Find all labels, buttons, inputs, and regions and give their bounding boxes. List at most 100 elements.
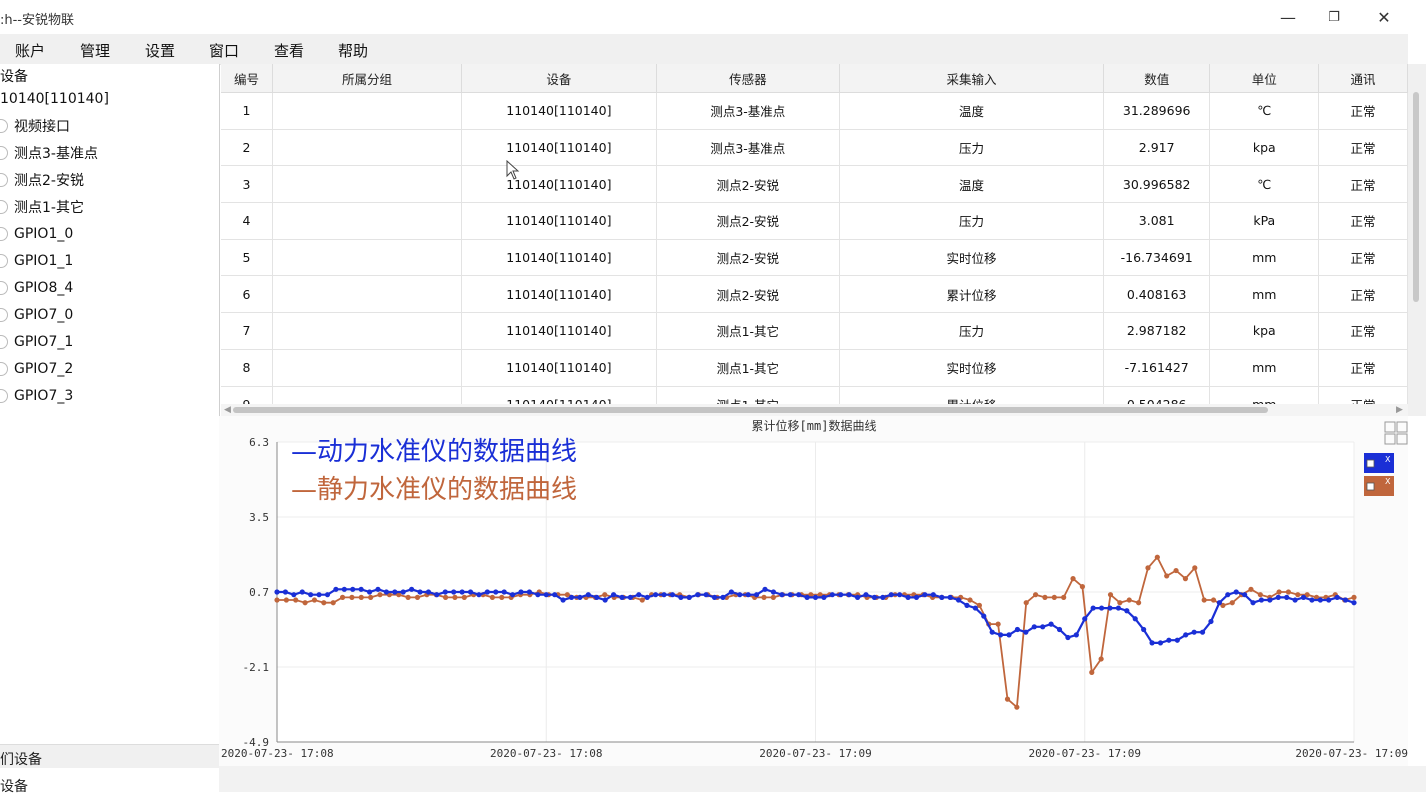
table-cell: 3.081	[1103, 202, 1211, 240]
column-header[interactable]: 设备	[461, 64, 657, 93]
data-point	[1173, 567, 1179, 574]
menu-help[interactable]: 帮助	[338, 40, 368, 61]
data-point	[1056, 626, 1063, 633]
data-point	[1191, 629, 1197, 635]
data-point	[1201, 597, 1207, 603]
table-row[interactable]: 2 110140[110140] 测点3-基准点 压力 2.917 kpa 正常	[221, 129, 1408, 167]
legend-mark: X	[1385, 477, 1391, 486]
data-point	[417, 589, 423, 595]
data-point	[1192, 565, 1198, 571]
data-point	[1040, 624, 1046, 630]
layout-grid-icon[interactable]	[1396, 433, 1408, 445]
table-vertical-scrollbar[interactable]	[1408, 64, 1426, 416]
tree-item[interactable]: 视频接口	[0, 116, 70, 136]
table-cell: 110140[110140]	[461, 165, 657, 204]
scroll-thumb[interactable]	[233, 407, 1268, 413]
data-point	[653, 592, 659, 598]
data-point	[405, 594, 411, 600]
table-horizontal-scrollbar[interactable]: ◀ ▶	[221, 404, 1408, 416]
tree-item[interactable]: GPIO7_1	[0, 332, 73, 352]
tree-item[interactable]: 测点1-其它	[0, 197, 84, 217]
data-point	[1182, 576, 1189, 582]
data-point	[302, 600, 308, 606]
table-row[interactable]: 5 110140[110140] 测点2-安锐 实时位移 -16.734691 mm 正常	[221, 239, 1408, 277]
tree-item[interactable]: 测点2-安锐	[0, 170, 84, 190]
data-point	[585, 592, 591, 598]
sidebar-tab-device[interactable]: 设备	[0, 768, 219, 795]
data-point	[560, 597, 566, 603]
close-button[interactable]: ✕	[1364, 4, 1404, 30]
data-point	[761, 594, 767, 600]
column-header[interactable]: 数值	[1103, 64, 1211, 93]
table-cell: 110140[110140]	[461, 239, 657, 277]
data-point	[812, 594, 819, 600]
column-header[interactable]: 所属分组	[272, 64, 463, 93]
mouse-cursor-icon	[506, 160, 520, 180]
tree-item[interactable]: GPIO7_2	[0, 359, 73, 379]
tree-item[interactable]: GPIO7_0	[0, 305, 73, 325]
tree-item[interactable]: GPIO1_0	[0, 224, 73, 244]
data-point	[1300, 594, 1307, 600]
restore-button[interactable]: ❐	[1314, 4, 1354, 30]
sensor-data-table: 编号 所属分组 设备 传感器 采集输入 数值 单位 通讯 1 110140[110140] 测点3…	[221, 64, 1408, 404]
column-header[interactable]: 编号	[221, 64, 273, 93]
data-point	[442, 589, 448, 595]
data-point	[770, 589, 777, 595]
legend-checkbox-icon	[1366, 459, 1375, 468]
table-row[interactable]: 8 110140[110140] 测点1-其它 实时位移 -7.161427 mm 正常	[221, 349, 1408, 387]
tree-item[interactable]: GPIO1_1	[0, 251, 73, 271]
table-cell: mm	[1209, 275, 1320, 314]
sidebar-tab-devices[interactable]: 们设备	[0, 744, 219, 769]
menu-view[interactable]: 查看	[274, 40, 304, 61]
data-point	[316, 592, 322, 598]
table-row[interactable]: 1 110140[110140] 测点3-基准点 温度 31.289696 ℃ 正常	[221, 92, 1408, 130]
table-cell	[272, 165, 463, 204]
layout-grid-icon[interactable]	[1396, 421, 1408, 433]
tree-expander-icon	[0, 254, 8, 268]
tree-item[interactable]: GPIO7_3	[0, 386, 73, 406]
minimize-button[interactable]: —	[1268, 4, 1308, 30]
table-row[interactable]: 6 110140[110140] 测点2-安锐 累计位移 0.408163 mm 正常	[221, 275, 1408, 314]
scroll-right-icon[interactable]: ▶	[1396, 405, 1403, 415]
table-cell: 正常	[1318, 129, 1408, 167]
layout-grid-icon[interactable]	[1384, 433, 1396, 445]
table-cell: 正常	[1318, 239, 1408, 277]
y-tick-label: -2.1	[243, 661, 270, 674]
data-point	[967, 597, 973, 603]
data-point	[955, 597, 962, 603]
menu-manage[interactable]: 管理	[80, 40, 110, 61]
menu-window[interactable]: 窗口	[209, 40, 239, 61]
menu-settings[interactable]: 设置	[145, 40, 175, 61]
table-row[interactable]: 3 110140[110140] 测点2-安锐 温度 30.996582 ℃ 正常	[221, 165, 1408, 204]
data-point	[897, 592, 903, 598]
layout-grid-icon[interactable]	[1384, 421, 1396, 433]
annotation-dynamic: —动力水准仪的数据曲线	[291, 437, 577, 467]
status-bar	[219, 766, 1426, 792]
column-header[interactable]: 通讯	[1318, 64, 1408, 93]
table-cell: 110140[110140]	[461, 92, 657, 130]
data-point	[1210, 597, 1217, 603]
table-row[interactable]: 4 110140[110140] 测点2-安锐 压力 3.081 kPa 正常	[221, 202, 1408, 240]
table-cell: 实时位移	[839, 239, 1104, 277]
table-cell: 正常	[1318, 202, 1408, 240]
tree-item[interactable]: 测点3-基准点	[0, 143, 98, 163]
tree-item[interactable]: GPIO8_4	[0, 278, 73, 298]
column-header[interactable]: 单位	[1209, 64, 1320, 93]
table-cell: 测点1-其它	[656, 349, 840, 387]
data-point	[451, 589, 457, 595]
data-point	[1126, 597, 1132, 603]
data-point	[476, 592, 482, 598]
vertical-scroll-thumb[interactable]	[1413, 92, 1419, 302]
data-point	[1014, 626, 1021, 633]
table-row[interactable]: 9 110140[110140]测点1-其它累计位移0.504286mm正常	[221, 386, 1408, 404]
scroll-left-icon[interactable]: ◀	[224, 405, 231, 415]
table-cell: 正常	[1318, 312, 1408, 350]
tree-root-device[interactable]: 10140[110140]	[0, 91, 109, 107]
menu-account[interactable]: 账户	[15, 40, 45, 61]
column-header[interactable]: 采集输入	[839, 64, 1104, 93]
data-point	[321, 600, 327, 606]
data-point	[1309, 597, 1315, 603]
column-header[interactable]: 传感器	[656, 64, 840, 93]
table-row[interactable]: 7 110140[110140] 测点1-其它 压力 2.987182 kpa 正常	[221, 312, 1408, 350]
data-point	[1048, 621, 1054, 627]
